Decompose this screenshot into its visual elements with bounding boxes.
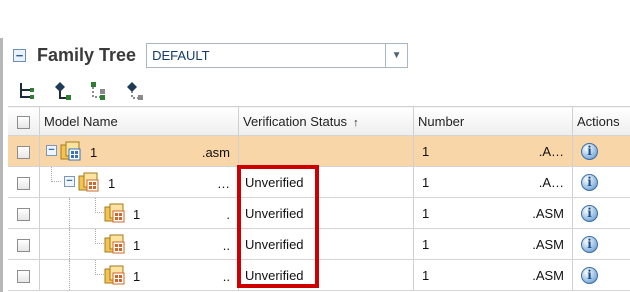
info-icon[interactable]: i xyxy=(581,266,598,284)
model-name: 1 xyxy=(133,238,141,253)
row-checkbox[interactable] xyxy=(17,269,30,283)
assembly-icon xyxy=(104,234,125,254)
number-cell: 1 .A… xyxy=(413,135,573,167)
model-name: 1 xyxy=(133,269,141,284)
number-cell: 1 .ASM xyxy=(413,228,573,260)
chevron-down-icon[interactable]: ▼ xyxy=(385,43,407,67)
collapse-node-icon[interactable]: − xyxy=(46,145,57,156)
collapse-node-icon[interactable]: − xyxy=(64,176,75,187)
model-name: 1 xyxy=(133,207,141,222)
row-checkbox[interactable] xyxy=(17,238,30,252)
view-selector-dropdown[interactable]: DEFAULT ▼ xyxy=(146,42,409,68)
number-cell: 1 .ASM xyxy=(413,197,573,229)
row-select-cell xyxy=(8,259,40,291)
info-icon[interactable]: i xyxy=(581,173,598,191)
model-name-cell: 1 .. xyxy=(39,228,239,260)
tree-connector xyxy=(95,229,104,244)
model-name-cell: − 1 … xyxy=(39,166,239,198)
table-row[interactable]: − 1 .asm 1 .A… i xyxy=(8,135,630,167)
actions-cell: i xyxy=(572,135,630,167)
model-name-suffix: . xyxy=(226,207,230,222)
model-name-suffix: .. xyxy=(222,269,230,284)
panel-header: − Family Tree DEFAULT ▼ xyxy=(13,38,630,72)
row-select-cell xyxy=(8,135,40,167)
move-node-icon[interactable] xyxy=(125,81,145,101)
assembly-icon xyxy=(78,172,99,192)
info-icon[interactable]: i xyxy=(581,142,598,160)
model-name-suffix: … xyxy=(217,176,230,191)
collapse-panel-button[interactable]: − xyxy=(13,48,26,62)
insert-column-icon[interactable] xyxy=(17,81,37,101)
select-all-checkbox[interactable] xyxy=(17,115,30,129)
model-name: 1 xyxy=(108,176,116,191)
actions-cell: i xyxy=(572,166,630,198)
row-select-cell xyxy=(8,197,40,229)
tree-connector xyxy=(69,229,90,259)
table-row[interactable]: 1 . Unverified 1 .ASM i xyxy=(8,197,630,229)
tree-structure-icon[interactable] xyxy=(89,81,109,101)
tree-connector xyxy=(95,260,104,275)
actions-cell: i xyxy=(572,228,630,260)
assembly-icon xyxy=(60,141,81,161)
column-header-model-name[interactable]: Model Name xyxy=(39,106,239,136)
model-name-cell: − 1 .asm xyxy=(39,135,239,167)
row-checkbox[interactable] xyxy=(17,176,30,190)
table-header-row: Model Name Verification Status ↑ Number A… xyxy=(8,106,630,136)
actions-cell: i xyxy=(572,197,630,229)
add-tree-icon[interactable] xyxy=(53,81,73,101)
column-header-number[interactable]: Number xyxy=(413,106,573,136)
panel-left-border xyxy=(0,38,3,292)
info-icon[interactable]: i xyxy=(581,204,598,222)
toolbar xyxy=(17,77,145,105)
column-header-actions: Actions xyxy=(572,106,630,136)
page-title: Family Tree xyxy=(37,44,137,65)
model-name-cell: 1 . xyxy=(39,197,239,229)
assembly-icon xyxy=(104,203,125,223)
model-name-cell: 1 .. xyxy=(39,259,239,291)
view-selector-value: DEFAULT xyxy=(152,47,210,63)
info-icon[interactable]: i xyxy=(581,235,598,253)
number-cell: 1 .ASM xyxy=(413,259,573,291)
highlight-annotation-box xyxy=(237,165,319,288)
table-row[interactable]: 1 .. Unverified 1 .ASM i xyxy=(8,259,630,291)
verification-status-cell xyxy=(238,135,414,167)
actions-cell: i xyxy=(572,259,630,291)
model-name-suffix: .asm xyxy=(201,145,230,160)
family-tree-table: Model Name Verification Status ↑ Number A… xyxy=(8,106,630,291)
tree-connector xyxy=(95,198,104,213)
row-select-cell xyxy=(8,166,40,198)
table-row[interactable]: 1 .. Unverified 1 .ASM i xyxy=(8,228,630,260)
model-name-suffix: .. xyxy=(222,238,230,253)
tree-connector xyxy=(69,260,90,290)
row-checkbox[interactable] xyxy=(17,145,30,159)
assembly-icon xyxy=(104,265,125,285)
sort-ascending-icon: ↑ xyxy=(353,116,359,129)
select-all-cell xyxy=(8,106,40,136)
table-row[interactable]: − 1 … Unverified 1 .A… i xyxy=(8,166,630,198)
tree-connector xyxy=(69,198,90,228)
model-name: 1 xyxy=(90,145,98,160)
number-cell: 1 .A… xyxy=(413,166,573,198)
row-select-cell xyxy=(8,228,40,260)
column-header-verification-status[interactable]: Verification Status ↑ xyxy=(238,106,414,136)
row-checkbox[interactable] xyxy=(17,207,30,221)
tree-connector xyxy=(51,167,61,182)
